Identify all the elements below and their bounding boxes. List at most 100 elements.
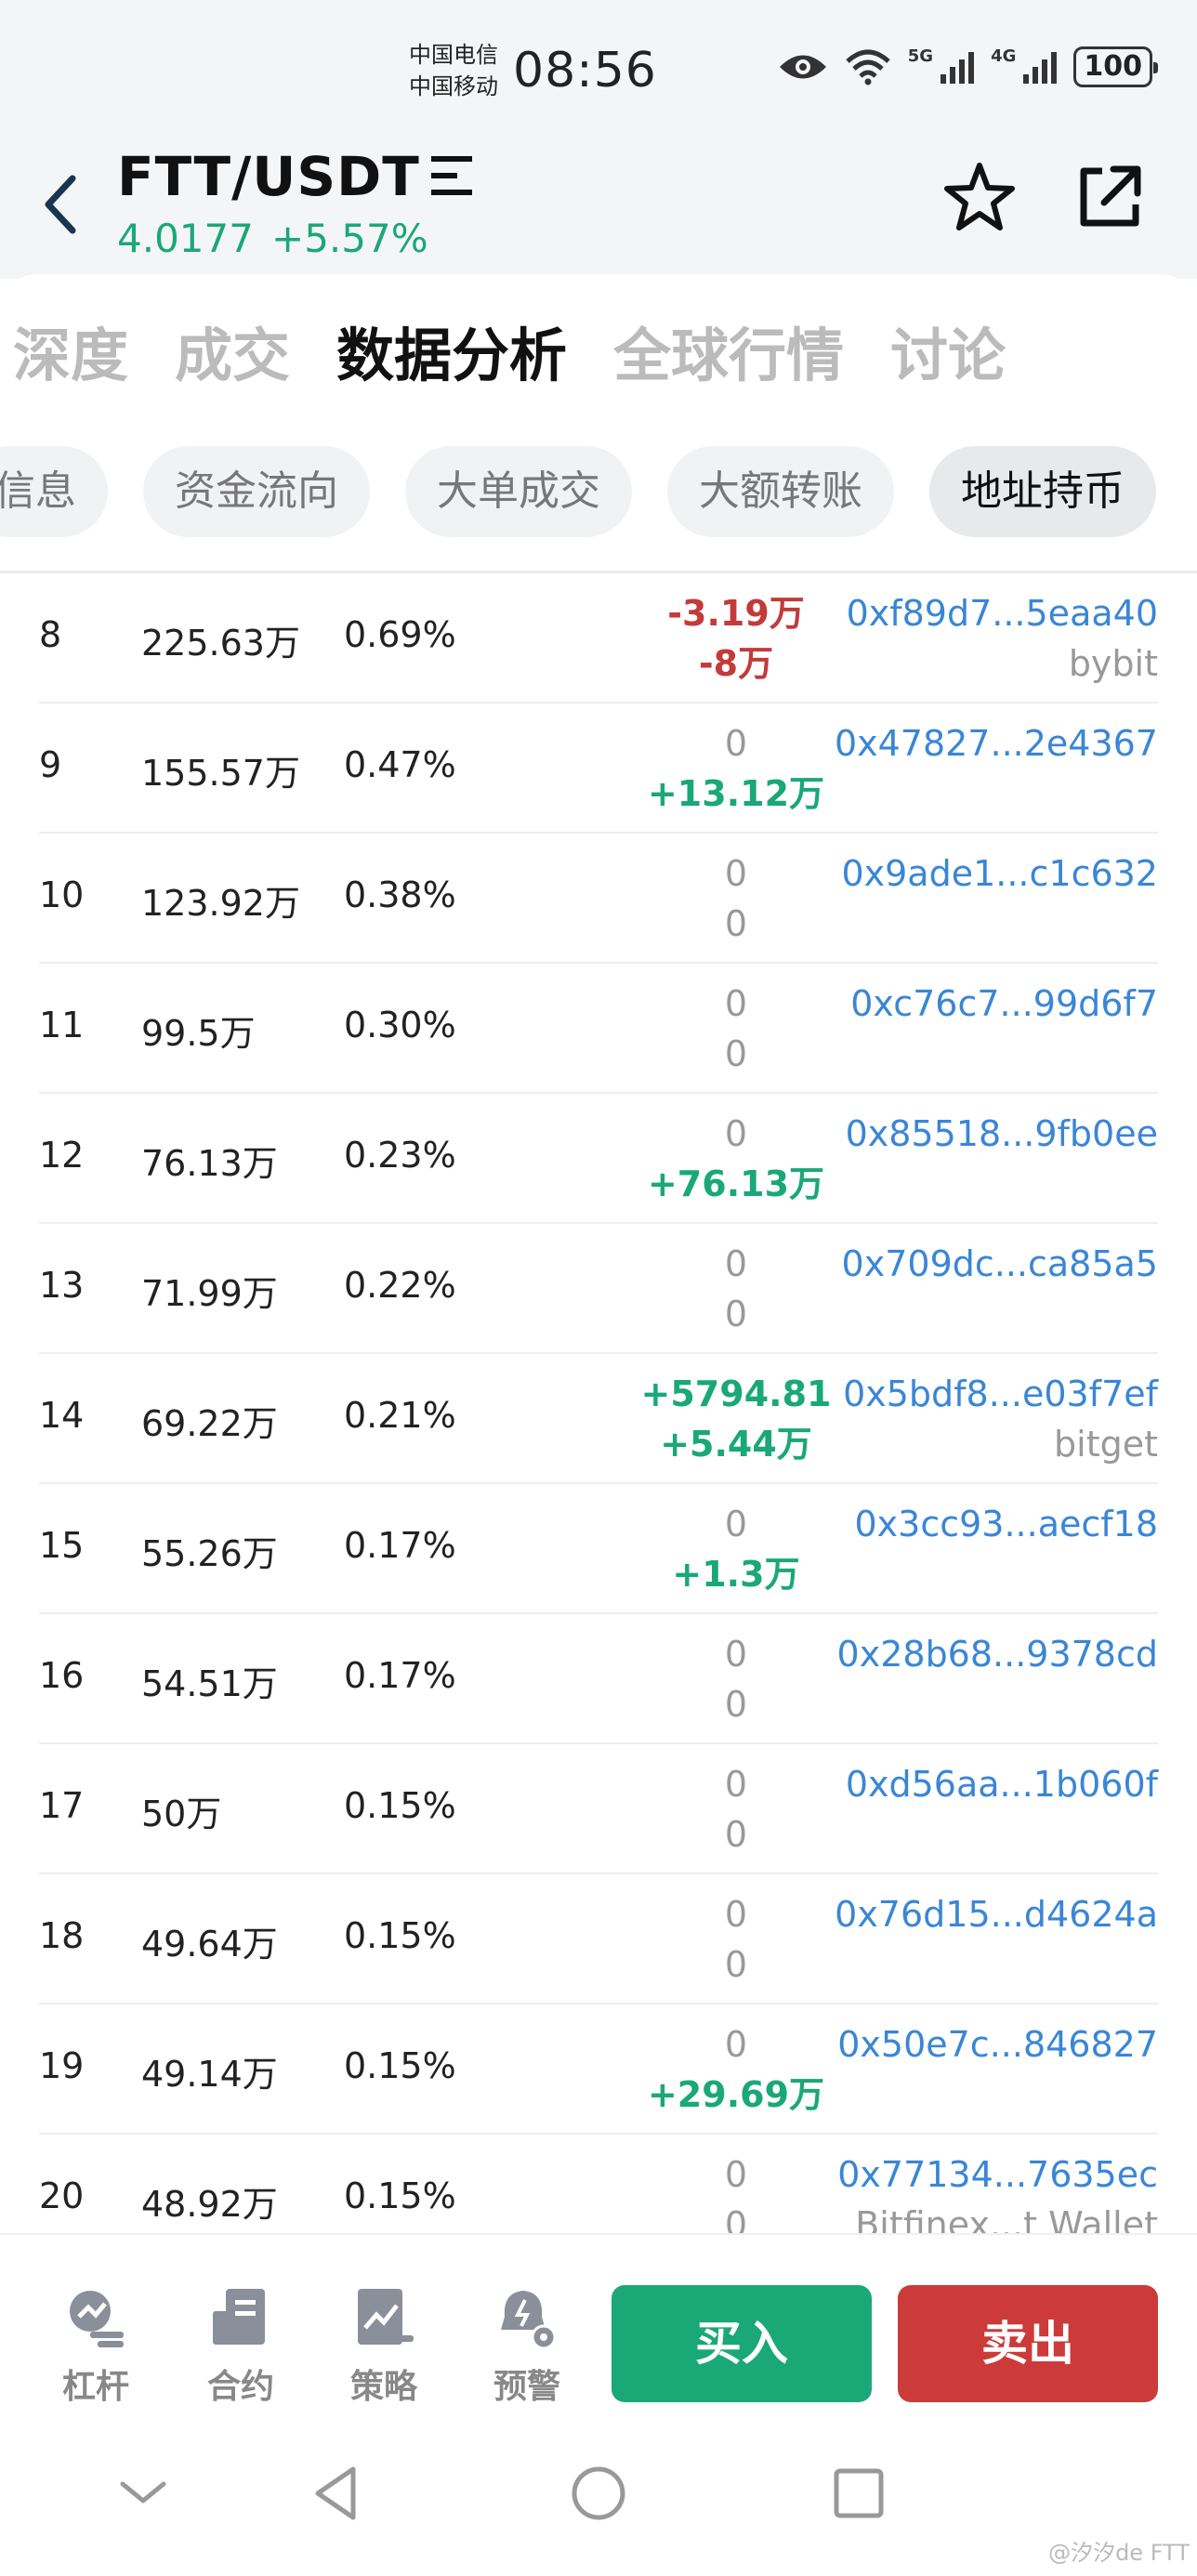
address-link[interactable]: 0xf89d7...5eaa40 [847,588,1158,638]
share-icon[interactable] [1071,158,1149,236]
signal-icon [1023,50,1058,84]
tab-trades[interactable]: 成交 [175,319,290,393]
star-icon[interactable] [940,158,1019,236]
leverage-button[interactable]: 杠杆 [45,2285,147,2408]
buy-button[interactable]: 买入 [612,2285,872,2402]
address-link[interactable]: 0x76d15...d4624a [835,1889,1158,1939]
clock: 08:56 [513,43,657,99]
signal-icon [940,50,975,84]
nav-home-icon[interactable] [561,2456,636,2530]
table-row[interactable]: 11 99.5万 0.30% 0 0 0xc76c7...99d6f7 [39,964,1158,1094]
change-value-2: +29.69万 [647,2074,825,2115]
holding-percent: 0.15% [344,1915,456,1956]
address-cell: 0x50e7c...846827 [837,2019,1158,2070]
rank: 17 [39,1785,85,1826]
table-row[interactable]: 15 55.26万 0.17% 0 +1.3万 0x3cc93...aecf18 [39,1484,1158,1614]
address-link[interactable]: 0x50e7c...846827 [837,2019,1158,2070]
change-value-2: 0 [724,903,748,944]
table-row[interactable]: 16 54.51万 0.17% 0 0 0x28b68...9378cd [39,1614,1158,1744]
table-row[interactable]: 18 49.64万 0.15% 0 0 0x76d15...d4624a [39,1874,1158,2004]
subtab-info[interactable]: 信息 [0,446,108,537]
subtab-fund-flow[interactable]: 资金流向 [143,446,370,537]
table-row[interactable]: 19 49.14万 0.15% 0 +29.69万 0x50e7c...8468… [39,2004,1158,2135]
strategy-icon [358,2289,414,2345]
address-link[interactable]: 0x709dc...ca85a5 [842,1239,1158,1289]
address-link[interactable]: 0x9ade1...c1c632 [841,848,1158,899]
tab-depth[interactable]: 深度 [13,319,128,393]
address-link[interactable]: 0x77134...7635ec [837,2149,1158,2200]
address-label: bybit [1068,643,1158,684]
watermark: @汐汐de FTT [1048,2540,1190,2566]
last-price: 4.0177 [117,216,254,261]
rank: 14 [39,1395,85,1436]
holding-percent: 0.17% [344,1655,456,1696]
address-cell: 0xd56aa...1b060f [846,1759,1158,1809]
sell-button[interactable]: 卖出 [898,2285,1158,2402]
subtab-large-trades[interactable]: 大单成交 [405,446,632,537]
status-bar: 中国电信 中国移动 08:56 5G 4G 100 [0,0,1197,139]
bottom-action-bar: 杠杆 合约 策略 预警 买入 卖出 [0,2233,1197,2419]
pair-title[interactable]: FTT/USDT [117,145,420,208]
contract-button[interactable]: 合约 [190,2285,292,2408]
address-cell: 0x9ade1...c1c632 [841,848,1158,899]
address-label: bitget [1054,1424,1158,1465]
change-value-2: 0 [724,1684,748,1725]
rank: 16 [39,1655,85,1696]
contract-label: 合约 [206,2368,274,2406]
battery-indicator: 100 [1073,46,1158,87]
holding-amount: 55.26万 [141,1533,278,1574]
status-icons: 5G 4G 100 [778,46,1158,87]
alert-button[interactable]: 预警 [476,2285,578,2408]
leverage-icon [70,2291,124,2347]
strategy-label: 策略 [349,2368,417,2406]
chevron-down-icon[interactable] [106,2456,180,2530]
menu-icon[interactable] [428,152,476,199]
tab-discussion[interactable]: 讨论 [890,319,1006,393]
address-cell: 0xc76c7...99d6f7 [850,979,1158,1029]
holding-amount: 225.63万 [141,623,300,664]
strategy-button[interactable]: 策略 [333,2285,435,2408]
table-row[interactable]: 17 50万 0.15% 0 0 0xd56aa...1b060f [39,1744,1158,1874]
table-row[interactable]: 12 76.13万 0.23% 0 +76.13万 0x85518...9fb0… [39,1094,1158,1224]
holding-percent: 0.30% [344,1005,456,1045]
holding-percent: 0.22% [344,1265,456,1306]
rank: 13 [39,1265,85,1306]
holding-percent: 0.15% [344,2175,456,2216]
address-link[interactable]: 0xd56aa...1b060f [846,1759,1158,1809]
holding-amount: 48.92万 [141,2184,278,2225]
subtab-large-transfers[interactable]: 大额转账 [667,446,894,537]
holding-percent: 0.15% [344,2045,456,2086]
carrier-2: 中国移动 [409,73,498,99]
address-link[interactable]: 0x5bdf8...e03f7ef [843,1369,1158,1419]
table-row[interactable]: 8 225.63万 0.69% -3.19万 -8万 0xf89d7...5ea… [39,573,1158,703]
table-row[interactable]: 10 123.92万 0.38% 0 0 0x9ade1...c1c632 [39,834,1158,964]
holding-amount: 69.22万 [141,1403,278,1444]
address-link[interactable]: 0xc76c7...99d6f7 [850,979,1158,1029]
nav-back-icon[interactable] [301,2456,375,2530]
tab-global-markets[interactable]: 全球行情 [613,319,844,393]
contract-icon [213,2289,265,2345]
address-link[interactable]: 0x47827...2e4367 [835,718,1158,769]
nav-recents-icon[interactable] [822,2456,896,2530]
address-cell: 0x76d15...d4624a [835,1889,1158,1939]
holding-amount: 99.5万 [141,1013,256,1054]
address-link[interactable]: 0x3cc93...aecf18 [854,1499,1158,1549]
tab-data-analysis[interactable]: 数据分析 [333,319,572,393]
holding-percent: 0.23% [344,1135,456,1176]
wifi-icon [846,49,890,85]
table-row[interactable]: 9 155.57万 0.47% 0 +13.12万 0x47827...2e43… [39,703,1158,834]
rank: 8 [39,614,62,655]
subtab-address-holdings[interactable]: 地址持币 [929,446,1156,537]
address-link[interactable]: 0x28b68...9378cd [837,1629,1158,1679]
table-row[interactable]: 13 71.99万 0.22% 0 0 0x709dc...ca85a5 [39,1224,1158,1354]
change-value-2: +76.13万 [647,1163,825,1204]
address-cell: 0x5bdf8...e03f7ef bitget [843,1369,1158,1469]
rank: 20 [39,2175,85,2216]
holding-amount: 54.51万 [141,1663,278,1704]
back-arrow-icon[interactable] [33,167,89,242]
table-row[interactable]: 14 69.22万 0.21% +5794.81 +5.44万 0x5bdf8.… [39,1354,1158,1484]
rank: 11 [39,1005,85,1045]
address-link[interactable]: 0x85518...9fb0ee [846,1109,1158,1159]
table-row[interactable]: 20 48.92万 0.15% 0 0 0x77134...7635ec Bit… [39,2135,1158,2233]
address-cell: 0x47827...2e4367 [835,718,1158,769]
